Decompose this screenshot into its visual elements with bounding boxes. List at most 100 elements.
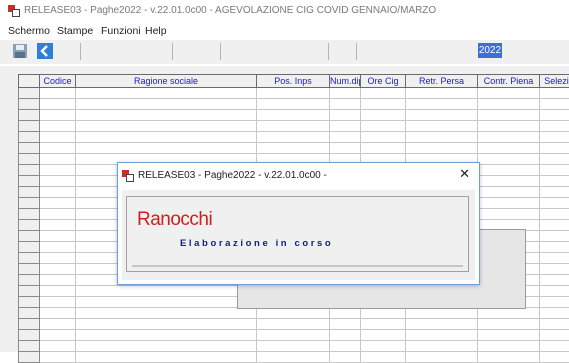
table-cell[interactable]: [40, 242, 76, 253]
table-cell[interactable]: [40, 209, 76, 220]
table-cell[interactable]: [257, 319, 330, 330]
column-header-ore-cig[interactable]: Ore Cig: [361, 75, 406, 88]
column-header-contr-piena[interactable]: Contr. Piena: [478, 75, 540, 88]
table-cell[interactable]: [257, 330, 330, 341]
row-header-cell[interactable]: [19, 319, 40, 330]
table-cell[interactable]: [40, 231, 76, 242]
row-header-cell[interactable]: [19, 352, 40, 363]
table-cell[interactable]: [478, 121, 540, 132]
table-cell[interactable]: [478, 154, 540, 165]
table-cell[interactable]: [40, 286, 76, 297]
table-cell[interactable]: [540, 88, 569, 99]
row-header-cell[interactable]: [19, 132, 40, 143]
row-header-cell[interactable]: [19, 110, 40, 121]
row-header-cell[interactable]: [19, 143, 40, 154]
row-header-cell[interactable]: [19, 99, 40, 110]
column-header-selezio[interactable]: Selezio: [540, 75, 569, 88]
table-cell[interactable]: [76, 143, 257, 154]
table-cell[interactable]: [257, 308, 330, 319]
table-cell[interactable]: [76, 319, 257, 330]
table-cell[interactable]: [76, 88, 257, 99]
table-cell[interactable]: [478, 341, 540, 352]
table-cell[interactable]: [76, 110, 257, 121]
column-header-ragione-sociale[interactable]: Ragione sociale: [76, 75, 257, 88]
table-cell[interactable]: [257, 121, 330, 132]
table-cell[interactable]: [40, 187, 76, 198]
table-cell[interactable]: [257, 341, 330, 352]
table-cell[interactable]: [40, 330, 76, 341]
table-cell[interactable]: [257, 352, 330, 363]
table-cell[interactable]: [406, 308, 478, 319]
table-cell[interactable]: [257, 88, 330, 99]
table-cell[interactable]: [361, 132, 406, 143]
table-row[interactable]: [19, 341, 569, 352]
table-cell[interactable]: [540, 198, 569, 209]
table-cell[interactable]: [406, 319, 478, 330]
table-cell[interactable]: [406, 341, 478, 352]
table-cell[interactable]: [540, 187, 569, 198]
table-cell[interactable]: [40, 88, 76, 99]
column-header-retr-persa[interactable]: Retr. Persa: [406, 75, 478, 88]
table-row[interactable]: [19, 99, 569, 110]
table-cell[interactable]: [361, 319, 406, 330]
row-header-cell[interactable]: [19, 286, 40, 297]
table-cell[interactable]: [540, 143, 569, 154]
row-header-cell[interactable]: [19, 242, 40, 253]
column-header-codice[interactable]: Codice: [40, 75, 76, 88]
table-cell[interactable]: [540, 121, 569, 132]
table-cell[interactable]: [330, 121, 361, 132]
row-header-cell[interactable]: [19, 264, 40, 275]
table-cell[interactable]: [478, 198, 540, 209]
menu-schermo[interactable]: Schermo: [8, 25, 50, 37]
row-header-cell[interactable]: [19, 341, 40, 352]
close-icon[interactable]: ✕: [459, 166, 470, 182]
table-cell[interactable]: [540, 275, 569, 286]
table-cell[interactable]: [406, 330, 478, 341]
table-row[interactable]: [19, 88, 569, 99]
table-cell[interactable]: [40, 352, 76, 363]
table-cell[interactable]: [40, 341, 76, 352]
table-cell[interactable]: [40, 264, 76, 275]
menu-help[interactable]: Help: [145, 25, 167, 37]
table-cell[interactable]: [540, 264, 569, 275]
table-cell[interactable]: [540, 154, 569, 165]
table-cell[interactable]: [40, 198, 76, 209]
table-cell[interactable]: [406, 99, 478, 110]
menu-stampe[interactable]: Stampe: [57, 25, 93, 37]
row-header-cell[interactable]: [19, 121, 40, 132]
table-cell[interactable]: [330, 308, 361, 319]
table-cell[interactable]: [478, 209, 540, 220]
table-cell[interactable]: [540, 330, 569, 341]
table-cell[interactable]: [330, 143, 361, 154]
row-header-cell[interactable]: [19, 154, 40, 165]
table-row[interactable]: [19, 121, 569, 132]
table-cell[interactable]: [40, 220, 76, 231]
row-header-cell[interactable]: [19, 176, 40, 187]
table-cell[interactable]: [257, 143, 330, 154]
table-cell[interactable]: [361, 121, 406, 132]
table-cell[interactable]: [540, 220, 569, 231]
table-cell[interactable]: [361, 143, 406, 154]
table-cell[interactable]: [361, 308, 406, 319]
table-cell[interactable]: [76, 286, 257, 297]
table-cell[interactable]: [478, 143, 540, 154]
table-cell[interactable]: [540, 176, 569, 187]
table-cell[interactable]: [540, 110, 569, 121]
table-cell[interactable]: [540, 209, 569, 220]
table-cell[interactable]: [257, 132, 330, 143]
table-cell[interactable]: [40, 319, 76, 330]
table-cell[interactable]: [330, 99, 361, 110]
table-cell[interactable]: [478, 110, 540, 121]
table-cell[interactable]: [361, 110, 406, 121]
table-cell[interactable]: [40, 132, 76, 143]
table-row[interactable]: [19, 143, 569, 154]
table-cell[interactable]: [478, 176, 540, 187]
table-cell[interactable]: [406, 352, 478, 363]
floppy-disk-icon[interactable]: [12, 43, 28, 59]
row-header-cell[interactable]: [19, 209, 40, 220]
table-cell[interactable]: [330, 330, 361, 341]
table-cell[interactable]: [361, 88, 406, 99]
row-header-cell[interactable]: [19, 187, 40, 198]
table-cell[interactable]: [76, 341, 257, 352]
table-cell[interactable]: [540, 341, 569, 352]
